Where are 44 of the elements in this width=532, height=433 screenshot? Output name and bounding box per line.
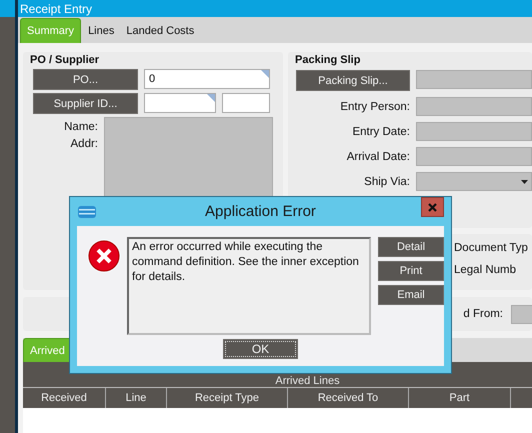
input-field[interactable]: [416, 147, 532, 166]
close-icon: [428, 202, 437, 212]
field-label: Document Typ: [454, 242, 529, 254]
error-icon: [88, 240, 122, 274]
supplier-field[interactable]: [222, 93, 270, 113]
field-label: Entry Person:: [339, 100, 410, 112]
field-label: Entry Date:: [351, 126, 410, 138]
field-label: Arrival Date:: [346, 150, 410, 162]
caret-icon: [521, 180, 528, 184]
close-button[interactable]: [421, 197, 444, 217]
error-message: An error occurred while executing the command definition. See the inner exception for details.: [127, 237, 371, 335]
input-field[interactable]: [511, 304, 532, 324]
database-icon: [78, 206, 96, 218]
ok-button[interactable]: OK: [223, 339, 298, 359]
section-title: Packing Slip: [295, 54, 362, 66]
supplier-id-button[interactable]: Supplier ID...: [33, 93, 138, 114]
field-label: d From:: [463, 308, 503, 320]
field-label: Ship Via:: [363, 176, 410, 188]
packing-slip-field[interactable]: [416, 70, 532, 89]
column-header[interactable]: Received: [23, 388, 106, 408]
name-label: Name:: [64, 121, 98, 133]
field-label: Legal Numb: [454, 264, 518, 276]
window-title: Receipt Entry: [20, 2, 92, 16]
dropdown[interactable]: [416, 172, 532, 191]
column-header[interactable]: Receipt Type: [167, 388, 288, 408]
column-header[interactable]: Line: [106, 388, 167, 408]
section-title: PO / Supplier: [30, 54, 100, 66]
po-field[interactable]: 0: [144, 69, 270, 89]
title-bar: [0, 0, 15, 17]
grid-title: Arrived Lines: [275, 375, 340, 387]
dialog-title: Application Error: [205, 203, 316, 220]
supplier-id-field[interactable]: [144, 93, 216, 113]
address-label: Addr:: [70, 138, 98, 150]
dialog-button[interactable]: Email: [378, 285, 444, 305]
column-header[interactable]: Received To: [288, 388, 409, 408]
tab[interactable]: Lines: [83, 18, 120, 43]
packing-slip-button[interactable]: Packing Slip...: [296, 70, 410, 91]
po-button[interactable]: PO...: [33, 69, 138, 90]
dialog-button[interactable]: Detail: [378, 237, 444, 257]
dialog-button[interactable]: Print: [378, 261, 444, 281]
column-header[interactable]: Part: [409, 388, 511, 408]
input-field[interactable]: [416, 97, 532, 116]
tab[interactable]: Landed Costs: [121, 18, 200, 43]
input-field[interactable]: [416, 122, 532, 141]
